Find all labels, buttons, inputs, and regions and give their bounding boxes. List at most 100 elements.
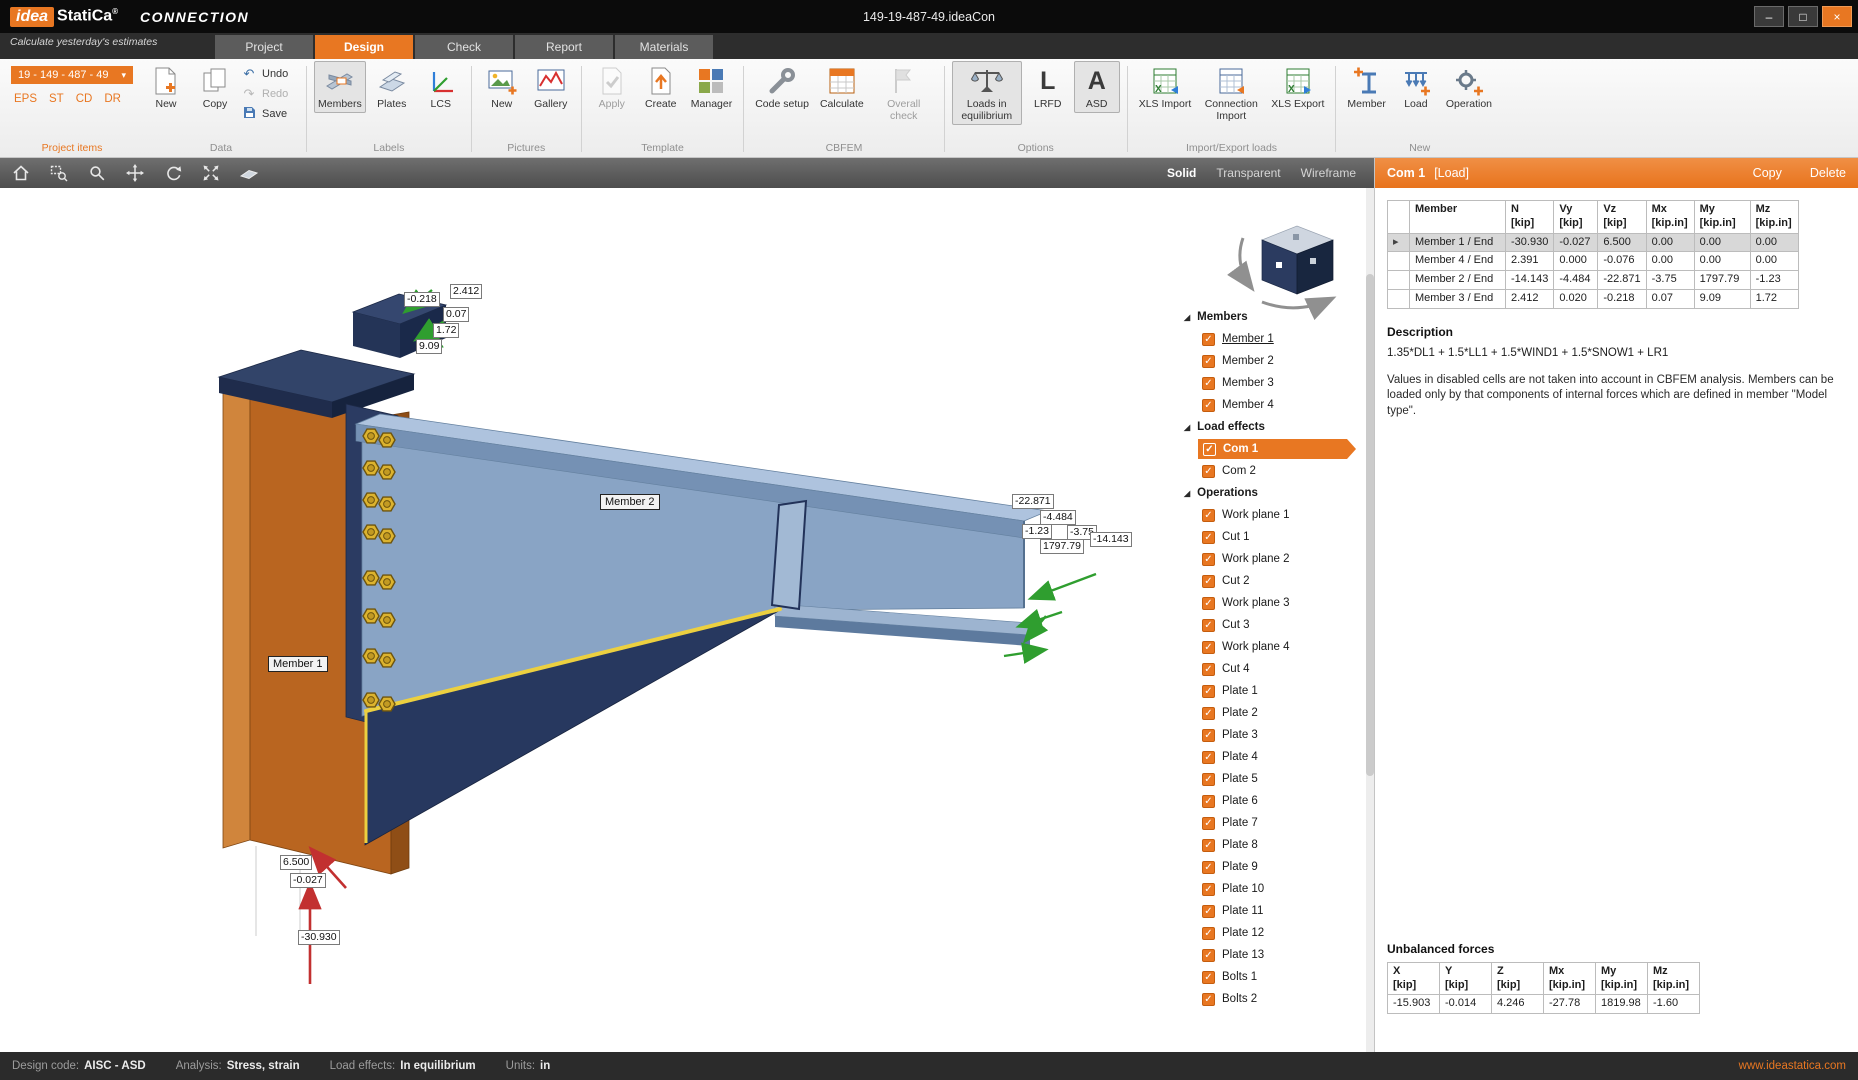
mode-cd[interactable]: CD — [76, 93, 93, 105]
code-setup-button[interactable]: Code setup — [751, 61, 813, 113]
new-operation-button[interactable]: Operation — [1442, 61, 1496, 113]
clip-plane-icon[interactable] — [238, 163, 260, 183]
tree-item-work-plane-1[interactable]: ✓Work plane 1 — [1172, 504, 1360, 526]
checkbox-icon[interactable]: ✓ — [1202, 971, 1215, 984]
tree-item-cut-2[interactable]: ✓Cut 2 — [1172, 570, 1360, 592]
tree-item-bolts-2[interactable]: ✓Bolts 2 — [1172, 988, 1360, 1010]
rotate-view-icon[interactable] — [162, 163, 184, 183]
picture-new-button[interactable]: New — [479, 61, 525, 113]
checkbox-icon[interactable]: ✓ — [1202, 707, 1215, 720]
template-apply-button[interactable]: Apply — [589, 61, 635, 113]
zoom-window-icon[interactable] — [48, 163, 70, 183]
calculate-button[interactable]: Calculate — [816, 61, 868, 113]
labels-lcs-button[interactable]: LCS — [418, 61, 464, 113]
delete-load-button[interactable]: Delete — [1810, 166, 1846, 180]
tree-item-plate-8[interactable]: ✓Plate 8 — [1172, 834, 1360, 856]
checkbox-icon[interactable]: ✓ — [1202, 883, 1215, 896]
tree-item-member-3[interactable]: ✓ Member 3 — [1172, 372, 1360, 394]
home-view-icon[interactable] — [10, 163, 32, 183]
checkbox-icon[interactable]: ✓ — [1202, 685, 1215, 698]
labels-plates-button[interactable]: Plates — [369, 61, 415, 113]
save-button[interactable]: Save — [241, 106, 299, 122]
tree-item-plate-12[interactable]: ✓Plate 12 — [1172, 922, 1360, 944]
tree-item-plate-2[interactable]: ✓Plate 2 — [1172, 702, 1360, 724]
tree-scrollbar[interactable] — [1366, 188, 1374, 1052]
viewport-3d[interactable]: -0.218 2.412 0.07 1.72 9.09 -22.871 -4.4… — [0, 188, 1374, 1052]
table-row[interactable]: Member 3 / End 2.412 0.020 -0.218 0.07 9… — [1388, 289, 1799, 308]
mode-eps[interactable]: EPS — [14, 93, 37, 105]
copy-project-item-button[interactable]: Copy — [192, 61, 238, 113]
template-create-button[interactable]: Create — [638, 61, 684, 113]
fit-view-icon[interactable] — [200, 163, 222, 183]
template-manager-button[interactable]: Manager — [687, 61, 736, 113]
project-items-dropdown[interactable]: 19 - 149 - 487 - 49 ▾ — [11, 66, 133, 84]
tree-item-plate-9[interactable]: ✓Plate 9 — [1172, 856, 1360, 878]
member-tag[interactable]: Member 2 — [600, 494, 660, 510]
xls-export-button[interactable]: X XLS Export — [1267, 61, 1328, 113]
checkbox-icon[interactable]: ✓ — [1202, 465, 1215, 478]
undo-button[interactable]: ↶ Undo — [241, 66, 299, 82]
checkbox-icon[interactable]: ✓ — [1202, 663, 1215, 676]
view-mode-solid[interactable]: Solid — [1167, 166, 1196, 180]
tree-item-com-1[interactable]: ✓ Com 1 — [1172, 438, 1360, 460]
tab-materials[interactable]: Materials — [615, 35, 713, 59]
overall-check-button[interactable]: Overall check — [871, 61, 937, 125]
checkbox-icon[interactable]: ✓ — [1202, 531, 1215, 544]
checkbox-icon[interactable]: ✓ — [1202, 861, 1215, 874]
zoom-icon[interactable] — [86, 163, 108, 183]
tree-item-member-1[interactable]: ✓ Member 1 — [1172, 328, 1360, 350]
tree-item-cut-3[interactable]: ✓Cut 3 — [1172, 614, 1360, 636]
tree-item-plate-1[interactable]: ✓Plate 1 — [1172, 680, 1360, 702]
picture-gallery-button[interactable]: Gallery — [528, 61, 574, 113]
tree-item-work-plane-2[interactable]: ✓Work plane 2 — [1172, 548, 1360, 570]
checkbox-icon[interactable]: ✓ — [1202, 795, 1215, 808]
checkbox-icon[interactable]: ✓ — [1202, 993, 1215, 1006]
table-row[interactable]: ▸ Member 1 / End -30.930 -0.027 6.500 0.… — [1388, 233, 1799, 252]
tab-project[interactable]: Project — [215, 35, 313, 59]
tree-item-plate-5[interactable]: ✓Plate 5 — [1172, 768, 1360, 790]
checkbox-icon[interactable]: ✓ — [1202, 773, 1215, 786]
view-mode-wireframe[interactable]: Wireframe — [1301, 166, 1356, 180]
asd-button[interactable]: A ASD — [1074, 61, 1120, 113]
tree-item-plate-10[interactable]: ✓Plate 10 — [1172, 878, 1360, 900]
tree-group-load-effects[interactable]: ◢ Load effects — [1172, 416, 1360, 438]
scrollbar-thumb[interactable] — [1366, 274, 1374, 775]
tree-item-plate-13[interactable]: ✓Plate 13 — [1172, 944, 1360, 966]
website-link[interactable]: www.ideastatica.com — [1739, 1060, 1846, 1072]
checkbox-icon[interactable]: ✓ — [1202, 377, 1215, 390]
tree-item-cut-4[interactable]: ✓Cut 4 — [1172, 658, 1360, 680]
xls-import-button[interactable]: X XLS Import — [1135, 61, 1196, 113]
redo-button[interactable]: ↷ Redo — [241, 86, 299, 102]
mode-st[interactable]: ST — [49, 93, 64, 105]
tree-item-cut-1[interactable]: ✓Cut 1 — [1172, 526, 1360, 548]
loads-in-equilibrium-button[interactable]: Loads in equilibrium — [952, 61, 1022, 125]
tree-group-members[interactable]: ◢ Members — [1172, 306, 1360, 328]
maximize-button[interactable]: □ — [1788, 6, 1818, 27]
tree-item-plate-3[interactable]: ✓Plate 3 — [1172, 724, 1360, 746]
checkbox-icon[interactable]: ✓ — [1202, 355, 1215, 368]
new-member-button[interactable]: Member — [1343, 61, 1390, 113]
view-mode-transparent[interactable]: Transparent — [1216, 166, 1280, 180]
tab-design[interactable]: Design — [315, 35, 413, 59]
connection-3d-model[interactable] — [0, 188, 1374, 1052]
tree-item-com-2[interactable]: ✓ Com 2 — [1172, 460, 1360, 482]
pan-icon[interactable] — [124, 163, 146, 183]
tree-item-bolts-1[interactable]: ✓Bolts 1 — [1172, 966, 1360, 988]
tree-item-plate-11[interactable]: ✓Plate 11 — [1172, 900, 1360, 922]
connection-import-button[interactable]: Connection Import — [1198, 61, 1264, 125]
new-load-button[interactable]: Load — [1393, 61, 1439, 113]
row-marker-icon[interactable]: ▸ — [1388, 233, 1410, 252]
checkbox-icon[interactable]: ✓ — [1202, 839, 1215, 852]
tab-check[interactable]: Check — [415, 35, 513, 59]
checkbox-icon[interactable]: ✓ — [1202, 575, 1215, 588]
checkbox-icon[interactable]: ✓ — [1202, 905, 1215, 918]
checkbox-icon[interactable]: ✓ — [1202, 817, 1215, 830]
checkbox-icon[interactable]: ✓ — [1202, 751, 1215, 764]
checkbox-icon[interactable]: ✓ — [1202, 641, 1215, 654]
mode-dr[interactable]: DR — [104, 93, 121, 105]
checkbox-icon[interactable]: ✓ — [1202, 509, 1215, 522]
checkbox-icon[interactable]: ✓ — [1202, 729, 1215, 742]
minimize-button[interactable]: – — [1754, 6, 1784, 27]
tree-item-plate-4[interactable]: ✓Plate 4 — [1172, 746, 1360, 768]
checkbox-icon[interactable]: ✓ — [1202, 333, 1215, 346]
